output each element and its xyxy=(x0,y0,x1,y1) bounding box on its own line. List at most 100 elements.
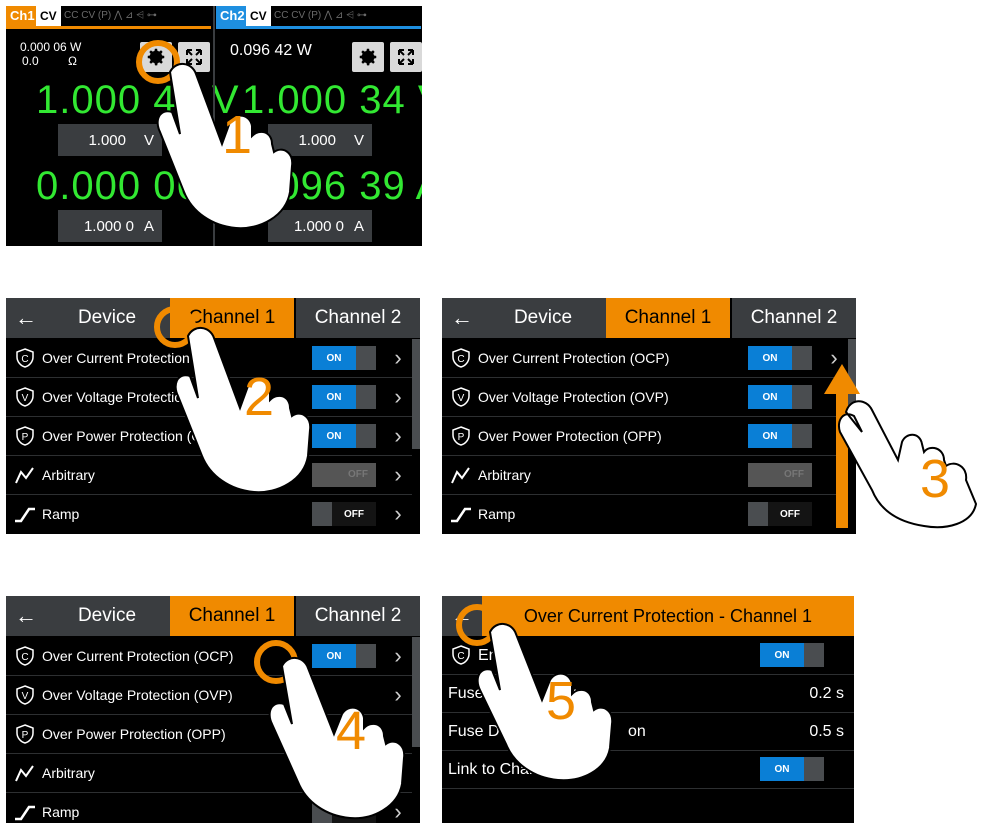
svg-text:P: P xyxy=(22,432,29,443)
channel1-tag[interactable]: Ch1 xyxy=(6,6,39,26)
tab-channel1[interactable]: Channel 1 xyxy=(606,298,730,338)
menu-label-ovp: Over Voltage Protection (OVP) xyxy=(42,687,233,703)
opp-shield-icon: P xyxy=(452,426,470,446)
channel2-current-set-unit: A xyxy=(353,217,364,235)
menu-row-ramp[interactable]: Ramp OFF xyxy=(442,495,848,533)
toggle-on-label: ON xyxy=(748,385,792,409)
ocp-toggle[interactable]: ON xyxy=(748,346,812,370)
toggle-knob xyxy=(792,385,812,409)
channel1-resistance-unit: Ω xyxy=(68,54,77,68)
channel2-mode-badge: CV xyxy=(246,6,271,26)
chevron-right-icon[interactable]: › xyxy=(390,378,406,416)
channel2-expand-button[interactable] xyxy=(390,42,422,72)
toggle-on-label: ON xyxy=(748,346,792,370)
link-channel-toggle[interactable]: ON xyxy=(760,757,824,781)
channel2-accent-line xyxy=(216,26,421,29)
expand-icon xyxy=(398,49,414,65)
ovp-toggle[interactable]: ON xyxy=(748,385,812,409)
toggle-knob xyxy=(804,757,824,781)
ramp-icon xyxy=(451,507,471,523)
ramp-toggle[interactable]: OFF xyxy=(312,502,376,526)
toggle-knob xyxy=(792,346,812,370)
svg-text:C: C xyxy=(21,652,28,663)
toggle-on-label: ON xyxy=(760,757,804,781)
opp-toggle[interactable]: ON xyxy=(748,424,812,448)
toggle-off-label: OFF xyxy=(784,469,804,480)
toggle-knob xyxy=(356,424,376,448)
tab-channel1[interactable]: Channel 1 xyxy=(170,596,294,636)
menu-scrollbar[interactable] xyxy=(412,339,420,449)
step5-number: 5 xyxy=(546,671,577,731)
svg-text:C: C xyxy=(457,354,464,365)
tab-device[interactable]: Device xyxy=(482,298,604,338)
ramp-toggle[interactable]: OFF xyxy=(748,502,812,526)
step3-hand-icon xyxy=(838,400,978,529)
chevron-right-icon[interactable]: › xyxy=(390,417,406,455)
arbitrary-toggle: OFF xyxy=(748,463,812,487)
ovp-shield-icon: V xyxy=(16,387,34,407)
fuse-delay-value[interactable]: 0.2 s xyxy=(809,675,844,712)
tab-channel2[interactable]: Channel 2 xyxy=(732,298,856,338)
menu-row-ocp[interactable]: C Over Current Protection (OCP) ON › xyxy=(442,339,848,378)
back-button[interactable]: ← xyxy=(6,596,46,636)
step1-number: 1 xyxy=(222,105,253,165)
arbitrary-icon xyxy=(15,467,34,484)
channel-menu-panel-3: ← Device Channel 1 Channel 2 C Over Curr… xyxy=(442,298,856,534)
channel2-mode-indicators: CC CV (P) ⋀ ⊿ ⩤ ⊶ xyxy=(274,10,367,21)
ocp-shield-icon: C xyxy=(16,646,34,666)
channel2-tag[interactable]: Ch2 xyxy=(216,6,249,26)
toggle-on-label: ON xyxy=(748,424,792,448)
chevron-right-icon[interactable]: › xyxy=(390,456,406,494)
menu-row-ramp[interactable]: Ramp OFF › xyxy=(6,495,412,533)
back-button[interactable]: ← xyxy=(442,298,482,338)
tab-device[interactable]: Device xyxy=(46,596,168,636)
ocp-shield-icon: C xyxy=(16,348,34,368)
menu-label-opp: Over Power Protection (OPP) xyxy=(42,726,226,742)
menu-label-ramp: Ramp xyxy=(42,804,80,820)
tab-channel2[interactable]: Channel 2 xyxy=(296,596,420,636)
svg-text:V: V xyxy=(22,691,29,702)
step3-number: 3 xyxy=(920,449,951,509)
toggle-knob xyxy=(748,502,768,526)
toggle-disabled: OFF xyxy=(748,463,812,487)
channel1-mode-indicators: CC CV (P) ⋀ ⊿ ⩤ ⊶ xyxy=(64,10,157,21)
menu-label-ramp: Ramp xyxy=(42,506,80,522)
channel1-accent-line xyxy=(6,26,211,29)
channel1-voltage-set-value: 1.000 xyxy=(88,131,126,149)
menu-row-arbitrary[interactable]: Arbitrary OFF xyxy=(442,456,848,495)
menu-label-ocp: Over Current Protection (OCP) xyxy=(42,648,234,664)
menu-row-opp[interactable]: P Over Power Protection (OPP) ON xyxy=(442,417,848,456)
ramp-icon xyxy=(15,507,35,523)
menu-row-ovp[interactable]: V Over Voltage Protection (OVP) ON xyxy=(442,378,848,417)
back-button[interactable]: ← xyxy=(6,298,46,338)
chevron-right-icon[interactable]: › xyxy=(390,339,406,377)
menu-tab-bar: ← Device Channel 1 Channel 2 xyxy=(442,298,856,338)
ocp-enable-toggle[interactable]: ON xyxy=(760,643,824,667)
menu-label-ocp: Over Current Protection (OCP) xyxy=(478,350,670,366)
back-arrow-icon: ← xyxy=(15,603,37,628)
chevron-right-icon[interactable]: › xyxy=(390,495,406,533)
ovp-shield-icon: V xyxy=(16,685,34,705)
ovp-shield-icon: V xyxy=(452,387,470,407)
tab-device[interactable]: Device xyxy=(46,298,168,338)
toggle-knob xyxy=(356,346,376,370)
arbitrary-icon xyxy=(15,765,34,782)
svg-text:C: C xyxy=(21,354,28,365)
channel2-settings-button[interactable] xyxy=(352,42,384,72)
ocp-shield-icon: C xyxy=(452,348,470,368)
fuse-delay-activation-value[interactable]: 0.5 s xyxy=(809,713,844,750)
channel1-resistance: 0.0 xyxy=(22,54,39,68)
ramp-icon xyxy=(15,805,35,821)
menu-label-ramp: Ramp xyxy=(478,506,516,522)
toggle-off-label: OFF xyxy=(348,469,368,480)
channel1-power: 0.000 06 W xyxy=(20,40,82,54)
toggle-on-label: ON xyxy=(760,643,804,667)
step2-hand-icon xyxy=(174,327,312,494)
channel1-current-set-value: 1.000 0 xyxy=(83,217,134,235)
gear-icon xyxy=(359,48,377,66)
menu-label-arbitrary: Arbitrary xyxy=(478,467,531,483)
channel2-voltage-set-unit: V xyxy=(353,131,364,149)
menu-label-arbitrary: Arbitrary xyxy=(42,765,95,781)
menu-label-opp: Over Power Protection (OPP) xyxy=(478,428,662,444)
svg-text:V: V xyxy=(22,393,29,404)
